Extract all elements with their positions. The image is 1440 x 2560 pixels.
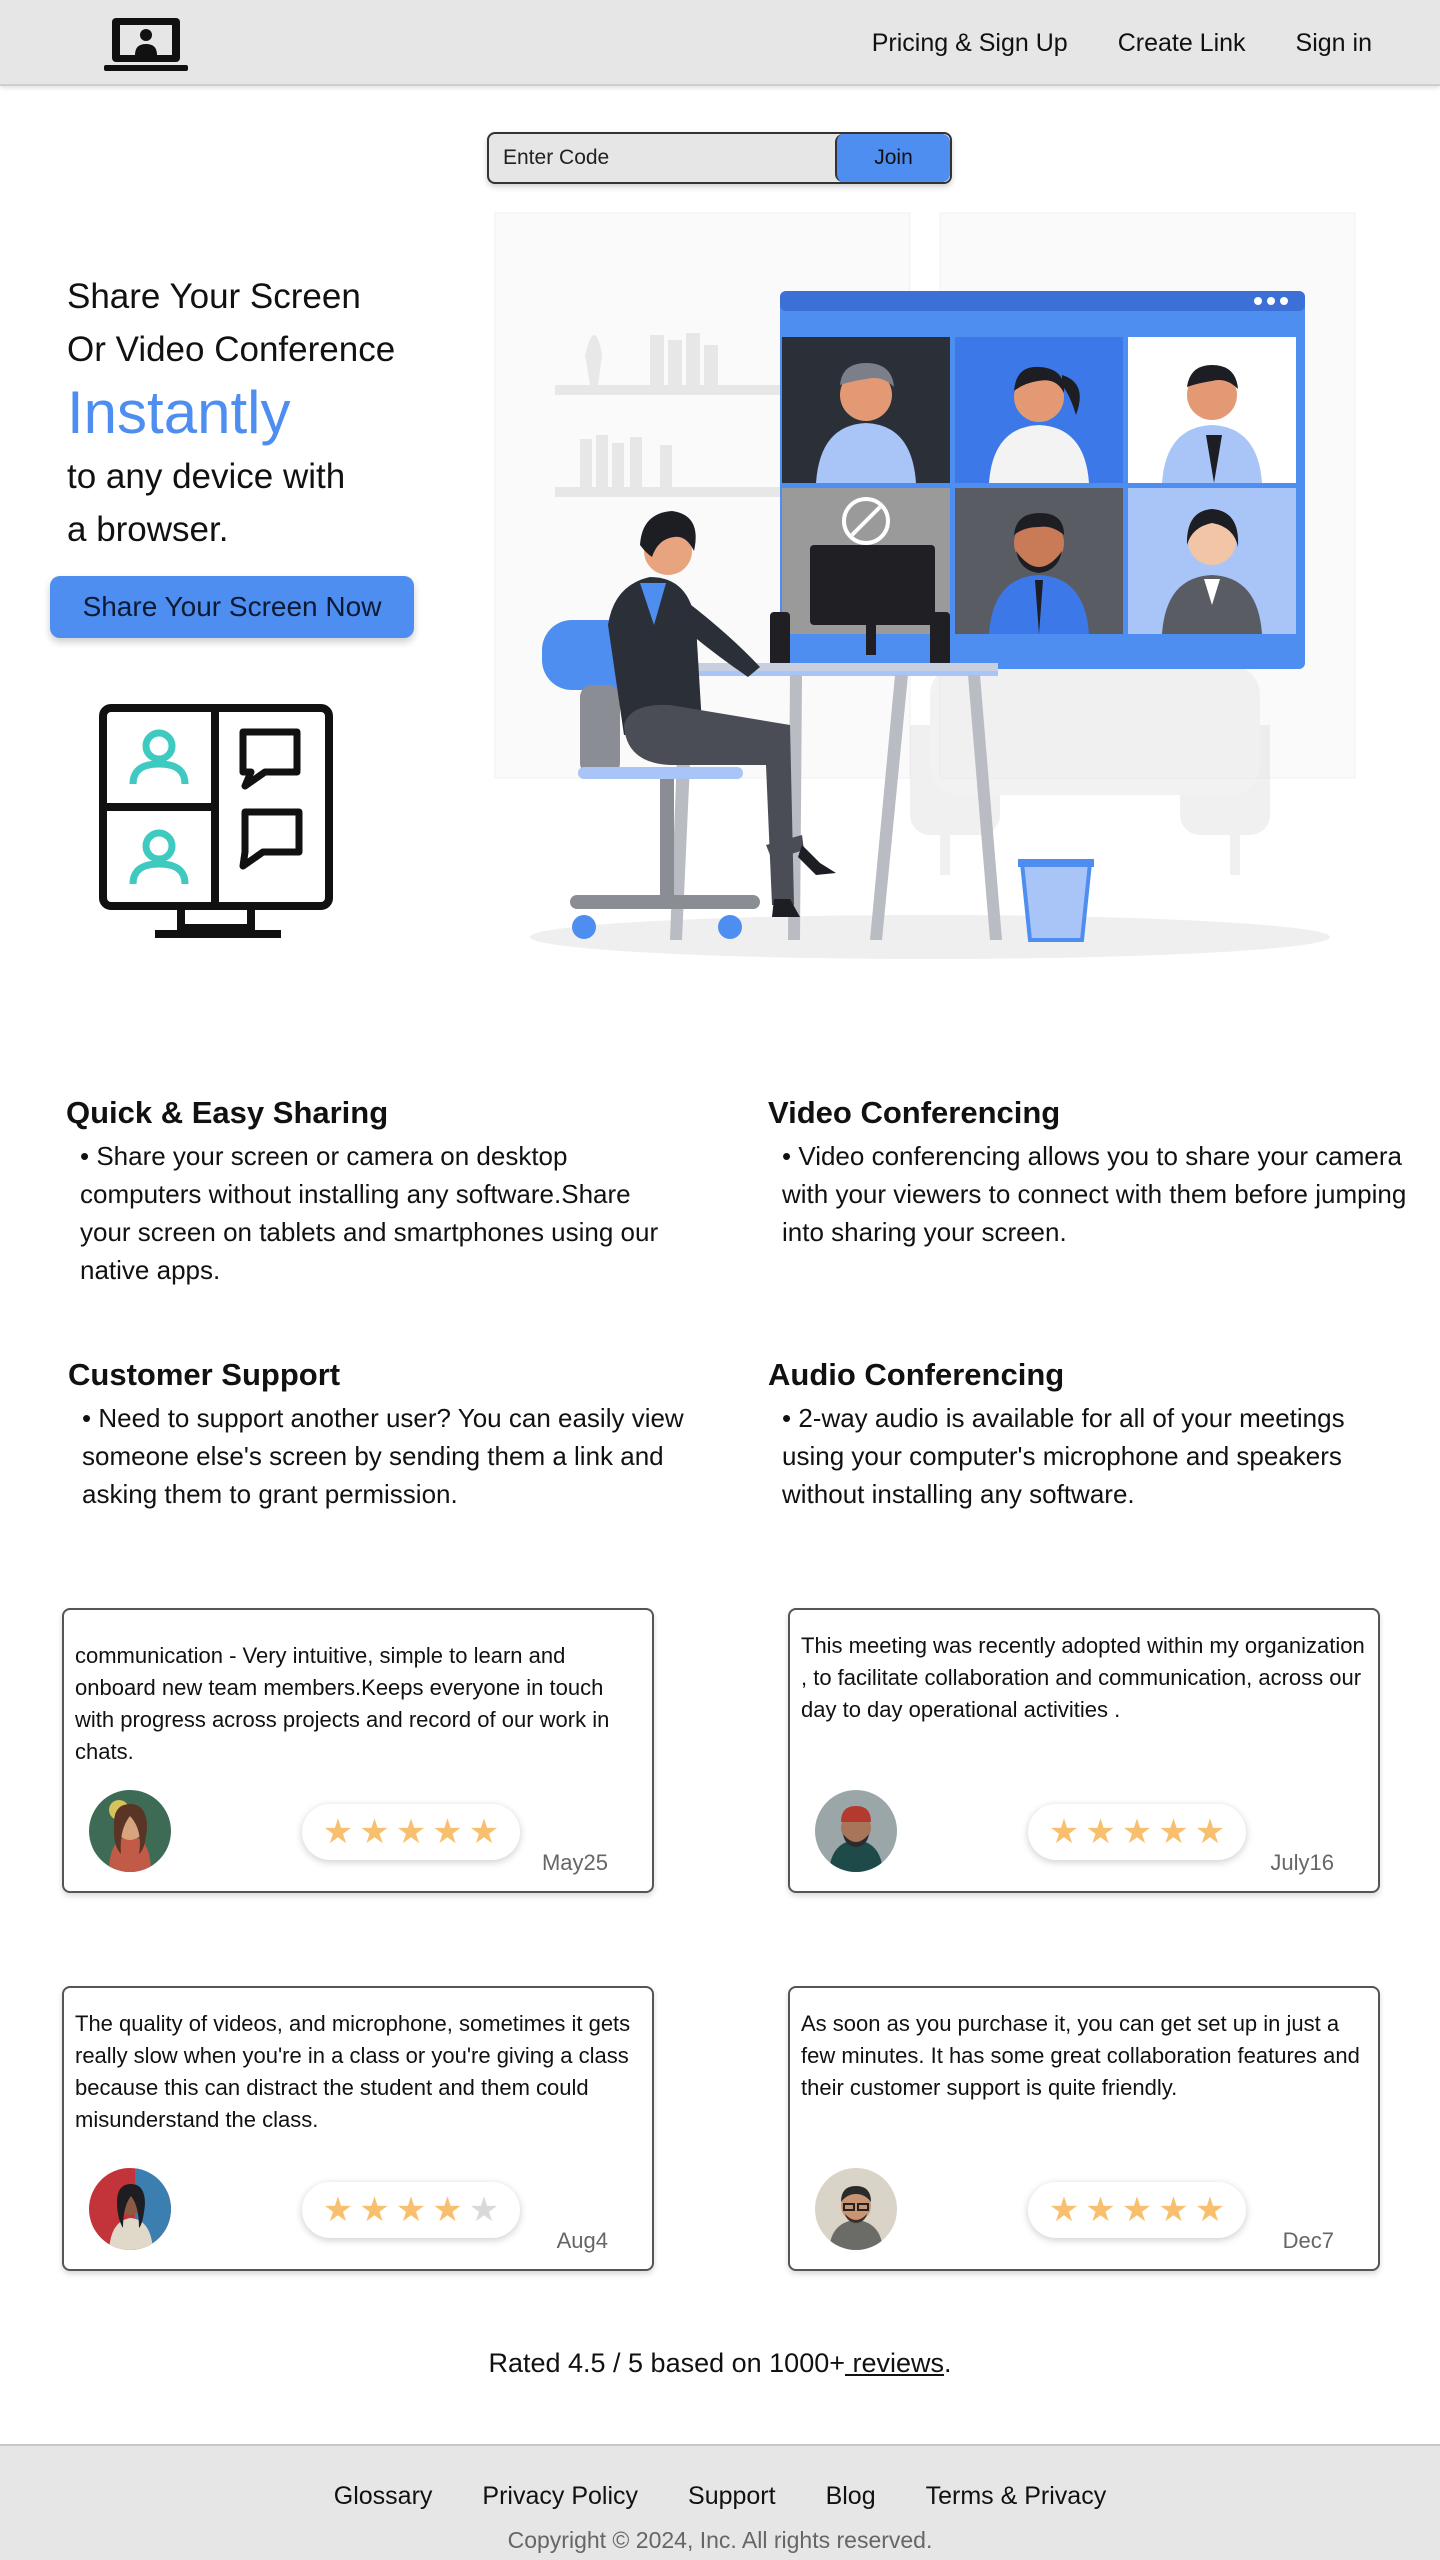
rating-suffix: . bbox=[944, 2348, 952, 2378]
review-text: As soon as you purchase it, you can get … bbox=[801, 2011, 1360, 2100]
join-button[interactable]: Join bbox=[835, 134, 950, 182]
review-date: July16 bbox=[1270, 1850, 1334, 1875]
nav-link-sign-in[interactable]: Sign in bbox=[1296, 29, 1372, 58]
star-icon: ★ bbox=[1121, 2191, 1153, 2229]
video-conference-illustration bbox=[494, 212, 1356, 959]
hero-line-4: a browser. bbox=[67, 510, 229, 549]
star-icon: ★ bbox=[1194, 1813, 1226, 1851]
star-icon: ★ bbox=[322, 1813, 354, 1851]
feature-title: Audio Conferencing bbox=[768, 1357, 1065, 1392]
review-text: The quality of videos, and microphone, s… bbox=[75, 2011, 631, 2132]
avatar bbox=[89, 1790, 171, 1872]
star-icon: ★ bbox=[359, 2191, 390, 2229]
star-icon: ★ bbox=[322, 2191, 354, 2229]
star-icon: ★ bbox=[359, 1813, 390, 1851]
feature-text: • Need to support another user? You can … bbox=[82, 1403, 684, 1509]
hero-accent: Instantly bbox=[67, 379, 291, 446]
star-icon: ★ bbox=[395, 1813, 427, 1851]
review-card: The quality of videos, and microphone, s… bbox=[62, 1986, 654, 2271]
star-icon: ★ bbox=[1048, 2191, 1080, 2229]
star-icon: ★ bbox=[468, 2191, 500, 2229]
hero-line-3: to any device with bbox=[67, 457, 346, 496]
footer-links: Glossary Privacy Policy Support Blog Ter… bbox=[0, 2482, 1440, 2511]
feature-audio-conferencing: Audio Conferencing • 2-way audio is avai… bbox=[768, 1357, 1368, 1513]
footer-link-blog[interactable]: Blog bbox=[826, 2482, 876, 2511]
avatar bbox=[815, 2168, 897, 2250]
rating-summary: Rated 4.5 / 5 based on 1000+ reviews. bbox=[0, 2348, 1440, 2379]
review-card: As soon as you purchase it, you can get … bbox=[788, 1986, 1380, 2271]
feature-title: Customer Support bbox=[68, 1357, 341, 1392]
video-chat-monitor-icon bbox=[99, 704, 333, 938]
feature-title: Quick & Easy Sharing bbox=[66, 1095, 389, 1130]
star-icon: ★ bbox=[395, 2191, 427, 2229]
footer-link-privacy-policy[interactable]: Privacy Policy bbox=[482, 2482, 638, 2511]
laptop-user-icon[interactable] bbox=[104, 16, 188, 74]
hero-line-1: Share Your Screen bbox=[67, 277, 361, 316]
feature-title: Video Conferencing bbox=[768, 1095, 1061, 1130]
feature-quick-sharing: Quick & Easy Sharing • Share your screen… bbox=[66, 1095, 666, 1289]
nav-link-pricing[interactable]: Pricing & Sign Up bbox=[872, 29, 1068, 58]
star-icon: ★ bbox=[1121, 1813, 1153, 1851]
review-date: Dec7 bbox=[1282, 2228, 1334, 2253]
code-input[interactable] bbox=[489, 134, 837, 182]
avatar bbox=[815, 1790, 897, 1872]
star-rating: ★ ★ ★ ★ ★ bbox=[1028, 1804, 1246, 1860]
review-text: communication - Very intuitive, simple t… bbox=[75, 1643, 610, 1764]
star-icon: ★ bbox=[1048, 1813, 1080, 1851]
nav-links: Pricing & Sign Up Create Link Sign in bbox=[872, 0, 1372, 86]
star-icon: ★ bbox=[1158, 2191, 1189, 2229]
review-card: communication - Very intuitive, simple t… bbox=[62, 1608, 654, 1893]
star-icon: ★ bbox=[468, 1813, 500, 1851]
review-text: This meeting was recently adopted within… bbox=[801, 1633, 1365, 1722]
review-date: Aug4 bbox=[556, 2228, 608, 2253]
footer-link-terms[interactable]: Terms & Privacy bbox=[926, 2482, 1107, 2511]
feature-text: • Share your screen or camera on desktop… bbox=[80, 1141, 659, 1285]
review-date: May25 bbox=[541, 1850, 608, 1875]
rating-text: Rated 4.5 / 5 based on 1000+ bbox=[488, 2348, 845, 2378]
feature-text: • 2-way audio is available for all of yo… bbox=[782, 1403, 1345, 1509]
hero-line-2: Or Video Conference bbox=[67, 330, 396, 369]
star-icon: ★ bbox=[1158, 1813, 1189, 1851]
star-icon: ★ bbox=[1085, 1813, 1116, 1851]
footer: Glossary Privacy Policy Support Blog Ter… bbox=[0, 2444, 1440, 2560]
review-card: This meeting was recently adopted within… bbox=[788, 1608, 1380, 1893]
feature-customer-support: Customer Support • Need to support anoth… bbox=[68, 1357, 708, 1513]
reviews-link[interactable]: reviews bbox=[845, 2348, 945, 2378]
star-rating: ★ ★ ★ ★ ★ bbox=[302, 2182, 520, 2238]
hero-text: Share Your Screen Or Video Conference In… bbox=[67, 270, 487, 556]
copyright: Copyright © 2024, Inc. All rights reserv… bbox=[507, 2527, 933, 2553]
nav-link-create-link[interactable]: Create Link bbox=[1118, 29, 1246, 58]
star-rating: ★ ★ ★ ★ ★ bbox=[302, 1804, 520, 1860]
feature-text: • Video conferencing allows you to share… bbox=[782, 1141, 1407, 1247]
star-rating: ★ ★ ★ ★ ★ bbox=[1028, 2182, 1246, 2238]
top-nav: Pricing & Sign Up Create Link Sign in bbox=[0, 0, 1440, 86]
footer-link-glossary[interactable]: Glossary bbox=[334, 2482, 433, 2511]
star-icon: ★ bbox=[432, 1813, 463, 1851]
star-icon: ★ bbox=[432, 2191, 463, 2229]
feature-video-conferencing: Video Conferencing • Video conferencing … bbox=[768, 1095, 1428, 1251]
star-icon: ★ bbox=[1085, 2191, 1116, 2229]
share-screen-button[interactable]: Share Your Screen Now bbox=[50, 576, 414, 638]
footer-link-support[interactable]: Support bbox=[688, 2482, 776, 2511]
star-icon: ★ bbox=[1194, 2191, 1226, 2229]
join-code-bar: Join bbox=[487, 132, 952, 184]
avatar bbox=[89, 2168, 171, 2250]
